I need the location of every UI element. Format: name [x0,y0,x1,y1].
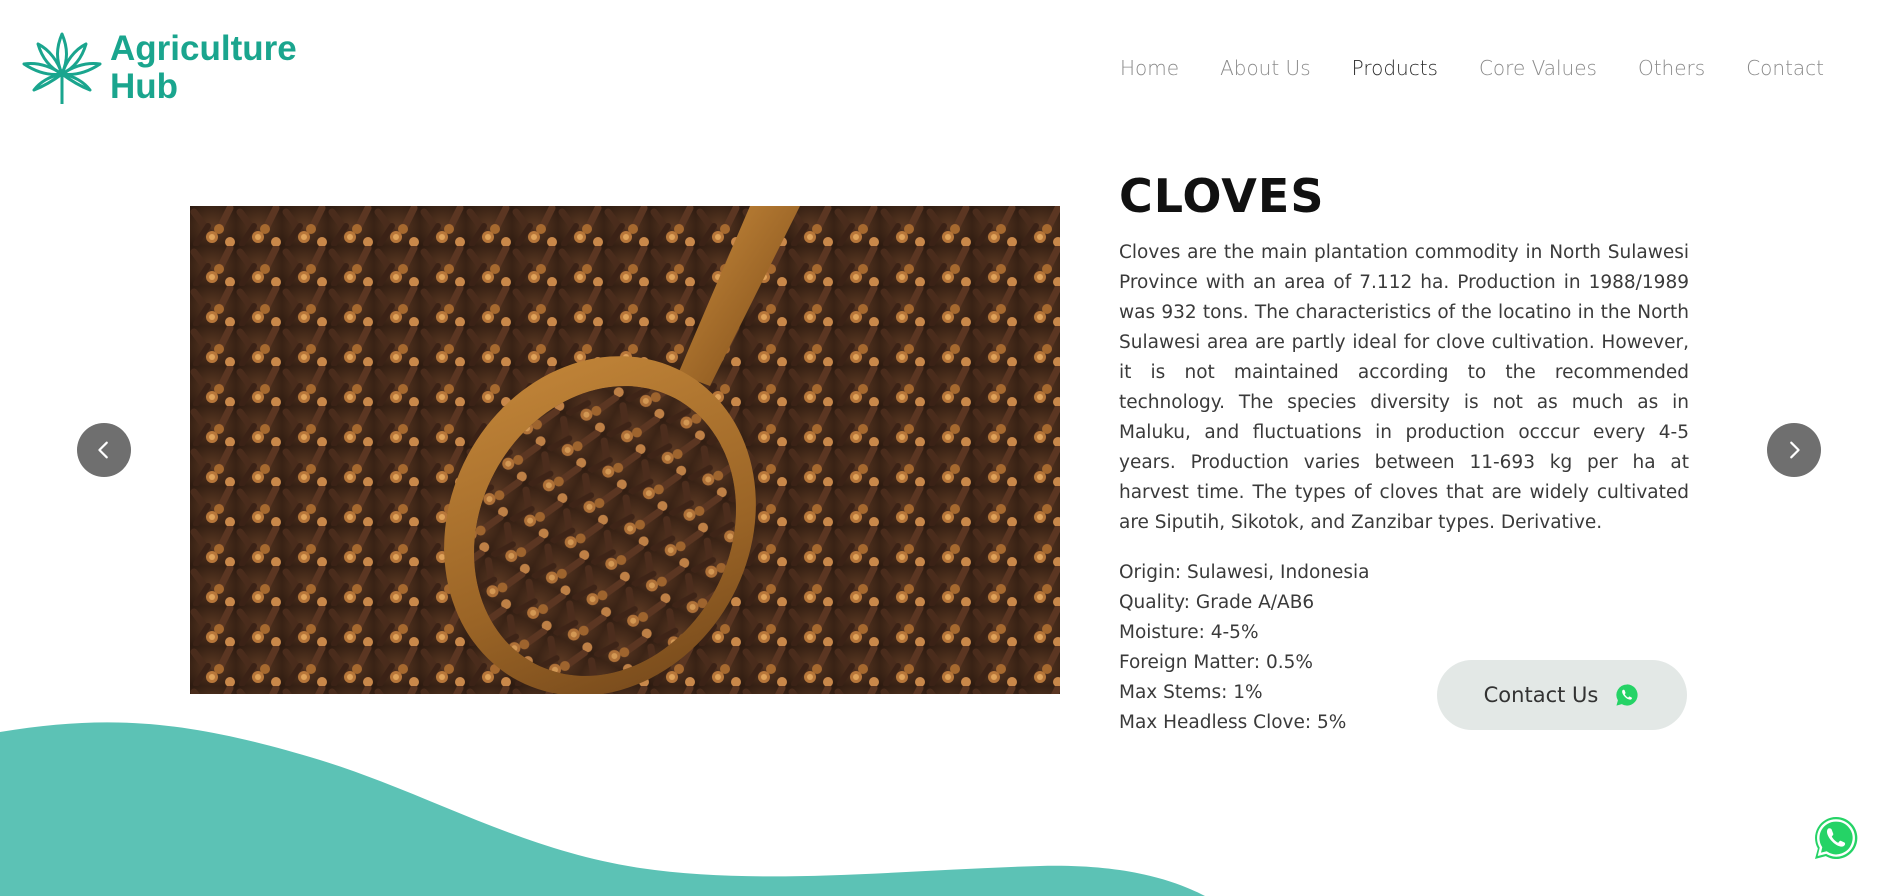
logo-line-1: Agriculture [110,29,297,68]
product-description: Cloves are the main plantation commodity… [1119,242,1689,533]
spec-quality: Quality: Grade A/AB6 [1119,592,1315,613]
logo[interactable]: Agriculture Hub [20,28,297,108]
nav-products[interactable]: Products [1352,56,1438,80]
product-image [190,206,1060,694]
nav-contact[interactable]: Contact [1746,56,1824,80]
cloves-illustration [190,206,1060,694]
whatsapp-icon [1616,684,1638,706]
nav-others[interactable]: Others [1638,56,1705,80]
nav-about-us[interactable]: About Us [1220,56,1311,80]
cannabis-leaf-icon [22,32,102,104]
logo-line-2: Hub [110,67,179,106]
carousel-next-button[interactable] [1767,423,1821,477]
whatsapp-icon [1815,816,1858,859]
chevron-left-icon [98,441,108,459]
carousel-prev-button[interactable] [77,423,131,477]
main-nav: Home About Us Products Core Values Other… [1120,56,1824,80]
logo-text: Agriculture Hub [110,30,297,106]
product-details: CLOVES Cloves are the main plantation co… [1119,168,1689,738]
decorative-wave [0,722,1205,896]
whatsapp-float-button[interactable] [1812,814,1860,862]
spec-origin: Origin: Sulawesi, Indonesia [1119,562,1370,583]
chevron-right-icon [1790,441,1800,459]
contact-us-label: Contact Us [1483,683,1599,707]
spec-moisture: Moisture: 4-5% [1119,622,1259,643]
nav-home[interactable]: Home [1120,56,1179,80]
product-title: CLOVES [1119,169,1325,223]
nav-core-values[interactable]: Core Values [1479,56,1597,80]
